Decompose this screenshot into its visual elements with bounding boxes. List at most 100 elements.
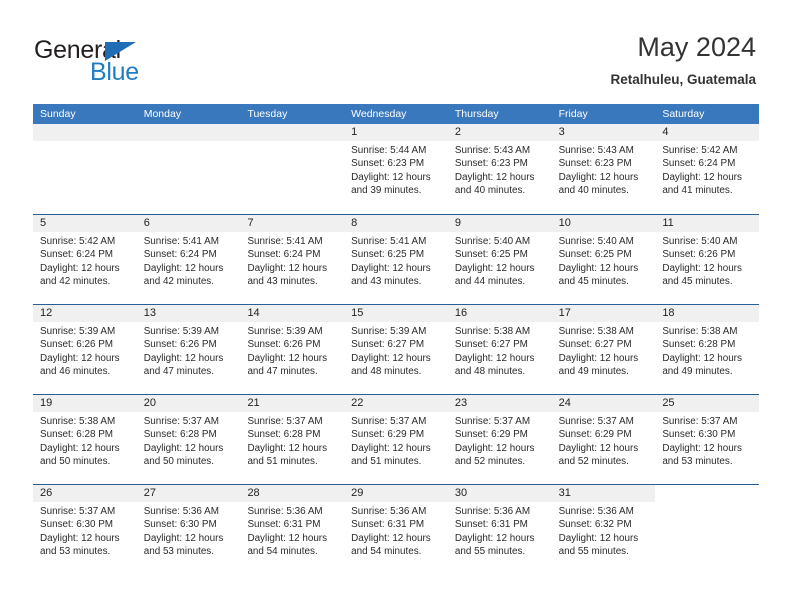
- day-cell[interactable]: 17 Sunrise: 5:38 AM Sunset: 6:27 PM Dayligh…: [551, 305, 656, 394]
- day-cell[interactable]: 10 Sunrise: 5:40 AM Sunset: 6:25 PM Dayligh…: [551, 215, 656, 304]
- day-cell-empty: [240, 124, 345, 214]
- general-blue-logo[interactable]: General Blue: [34, 36, 234, 90]
- day-cell[interactable]: 31 Sunrise: 5:36 AM Sunset: 6:32 PM Dayligh…: [551, 485, 656, 574]
- day-number: 4: [655, 124, 760, 141]
- daylight-text-line1: Daylight: 12 hours: [351, 442, 431, 454]
- day-cell[interactable]: 3 Sunrise: 5:43 AM Sunset: 6:23 PM Daylight…: [551, 124, 656, 214]
- day-details: Sunrise: 5:36 AM Sunset: 6:31 PM Daylight:…: [240, 502, 344, 558]
- day-cell[interactable]: 6 Sunrise: 5:41 AM Sunset: 6:24 PM Daylight…: [136, 215, 241, 304]
- sunset-text: Sunset: 6:29 PM: [351, 429, 425, 441]
- sunset-text: Sunset: 6:29 PM: [558, 429, 632, 441]
- daylight-text-line2: and 49 minutes.: [558, 365, 629, 377]
- daylight-text-line2: and 55 minutes.: [558, 545, 629, 557]
- day-details: Sunrise: 5:40 AM Sunset: 6:25 PM Daylight:…: [448, 232, 552, 288]
- day-number: [655, 485, 760, 502]
- daylight-text-line1: Daylight: 12 hours: [143, 262, 224, 274]
- daylight-text-line2: and 43 minutes.: [247, 275, 318, 287]
- daylight-text-line1: Daylight: 12 hours: [40, 532, 120, 544]
- weekday-header-sunday: Sunday: [40, 108, 76, 120]
- day-details: Sunrise: 5:41 AM Sunset: 6:25 PM Daylight:…: [344, 232, 448, 288]
- day-cell[interactable]: 14 Sunrise: 5:39 AM Sunset: 6:26 PM Dayligh…: [240, 305, 345, 394]
- sunset-text: Sunset: 6:24 PM: [40, 249, 114, 261]
- day-cell[interactable]: 15 Sunrise: 5:39 AM Sunset: 6:27 PM Dayligh…: [344, 305, 448, 394]
- daylight-text-line1: Daylight: 12 hours: [351, 352, 431, 364]
- day-cell[interactable]: 16 Sunrise: 5:38 AM Sunset: 6:27 PM Dayligh…: [447, 305, 552, 394]
- day-number: 2: [447, 124, 552, 141]
- day-cell[interactable]: 23 Sunrise: 5:37 AM Sunset: 6:29 PM Dayligh…: [447, 395, 552, 484]
- sunrise-text: Sunrise: 5:36 AM: [143, 506, 219, 517]
- sunset-text: Sunset: 6:31 PM: [247, 519, 321, 531]
- day-cell[interactable]: 9 Sunrise: 5:40 AM Sunset: 6:25 PM Daylight…: [447, 215, 552, 304]
- day-details: Sunrise: 5:38 AM Sunset: 6:27 PM Daylight:…: [552, 322, 656, 378]
- day-details: Sunrise: 5:42 AM Sunset: 6:24 PM Daylight:…: [33, 232, 137, 288]
- sunrise-text: Sunrise: 5:37 AM: [454, 416, 531, 427]
- weekday-header-wednesday: Wednesday: [351, 108, 407, 120]
- day-details: Sunrise: 5:36 AM Sunset: 6:32 PM Daylight:…: [552, 502, 656, 558]
- sunset-text: Sunset: 6:30 PM: [143, 519, 217, 531]
- day-details: Sunrise: 5:36 AM Sunset: 6:31 PM Daylight:…: [448, 502, 552, 558]
- day-cell[interactable]: 2 Sunrise: 5:43 AM Sunset: 6:23 PM Daylight…: [447, 124, 552, 214]
- sunset-text: Sunset: 6:23 PM: [351, 158, 425, 170]
- day-cell[interactable]: 8 Sunrise: 5:41 AM Sunset: 6:25 PM Daylight…: [344, 215, 448, 304]
- day-cell[interactable]: 11 Sunrise: 5:40 AM Sunset: 6:26 PM Dayligh…: [655, 215, 760, 304]
- day-cell-empty: [136, 124, 241, 214]
- day-cell[interactable]: 24 Sunrise: 5:37 AM Sunset: 6:29 PM Dayligh…: [551, 395, 656, 484]
- day-number: 5: [33, 215, 137, 232]
- day-cell[interactable]: 27 Sunrise: 5:36 AM Sunset: 6:30 PM Dayligh…: [136, 485, 241, 574]
- day-number: 17: [551, 305, 656, 322]
- day-cell[interactable]: 7 Sunrise: 5:41 AM Sunset: 6:24 PM Daylight…: [240, 215, 345, 304]
- day-cell[interactable]: 5 Sunrise: 5:42 AM Sunset: 6:24 PM Daylight…: [33, 215, 137, 304]
- day-details: Sunrise: 5:36 AM Sunset: 6:30 PM Daylight:…: [137, 502, 241, 558]
- day-cell[interactable]: 1 Sunrise: 5:44 AM Sunset: 6:23 PM Daylight…: [344, 124, 448, 214]
- day-cell[interactable]: 18 Sunrise: 5:38 AM Sunset: 6:28 PM Dayligh…: [655, 305, 760, 394]
- daylight-text-line2: and 55 minutes.: [454, 545, 526, 557]
- sunset-text: Sunset: 6:24 PM: [247, 249, 321, 261]
- daylight-text-line2: and 47 minutes.: [143, 365, 214, 377]
- sunrise-text: Sunrise: 5:40 AM: [558, 236, 634, 247]
- day-cell[interactable]: 21 Sunrise: 5:37 AM Sunset: 6:28 PM Dayligh…: [240, 395, 345, 484]
- weekday-header-thursday: Thursday: [454, 108, 499, 120]
- day-number: 26: [33, 485, 137, 502]
- sunset-text: Sunset: 6:31 PM: [454, 519, 528, 531]
- day-details: Sunrise: 5:42 AM Sunset: 6:24 PM Daylight:…: [655, 141, 759, 197]
- day-details: Sunrise: 5:39 AM Sunset: 6:26 PM Daylight:…: [33, 322, 137, 378]
- day-cell[interactable]: 30 Sunrise: 5:36 AM Sunset: 6:31 PM Dayligh…: [447, 485, 552, 574]
- sunrise-text: Sunrise: 5:41 AM: [351, 236, 427, 247]
- daylight-text-line1: Daylight: 12 hours: [558, 262, 639, 274]
- day-cell[interactable]: 29 Sunrise: 5:36 AM Sunset: 6:31 PM Dayligh…: [344, 485, 448, 574]
- day-number: 19: [33, 395, 137, 412]
- day-details: Sunrise: 5:37 AM Sunset: 6:29 PM Daylight:…: [344, 412, 448, 468]
- day-cell[interactable]: 12 Sunrise: 5:39 AM Sunset: 6:26 PM Dayligh…: [33, 305, 137, 394]
- sunset-text: Sunset: 6:26 PM: [662, 249, 736, 261]
- day-cell[interactable]: 26 Sunrise: 5:37 AM Sunset: 6:30 PM Dayligh…: [33, 485, 137, 574]
- day-details: Sunrise: 5:40 AM Sunset: 6:25 PM Daylight:…: [552, 232, 656, 288]
- day-cell[interactable]: 13 Sunrise: 5:39 AM Sunset: 6:26 PM Dayligh…: [136, 305, 241, 394]
- sunset-text: Sunset: 6:29 PM: [454, 429, 528, 441]
- day-cell[interactable]: 19 Sunrise: 5:38 AM Sunset: 6:28 PM Dayligh…: [33, 395, 137, 484]
- day-number: 28: [240, 485, 345, 502]
- day-cell[interactable]: 20 Sunrise: 5:37 AM Sunset: 6:28 PM Dayligh…: [136, 395, 241, 484]
- day-cell[interactable]: 28 Sunrise: 5:36 AM Sunset: 6:31 PM Dayligh…: [240, 485, 345, 574]
- day-number: [240, 124, 345, 141]
- day-cell[interactable]: 25 Sunrise: 5:37 AM Sunset: 6:30 PM Dayligh…: [655, 395, 760, 484]
- daylight-text-line2: and 40 minutes.: [454, 184, 526, 196]
- week-row: 1 Sunrise: 5:44 AM Sunset: 6:23 PM Daylight…: [33, 124, 760, 214]
- sunset-text: Sunset: 6:25 PM: [351, 249, 425, 261]
- title-block: May 2024 Retalhuleu, Guatemala: [610, 30, 756, 90]
- daylight-text-line1: Daylight: 12 hours: [662, 262, 742, 274]
- day-number: 30: [447, 485, 552, 502]
- day-cell-empty: [33, 124, 137, 214]
- sunrise-text: Sunrise: 5:37 AM: [247, 416, 323, 427]
- day-cell[interactable]: 22 Sunrise: 5:37 AM Sunset: 6:29 PM Dayligh…: [344, 395, 448, 484]
- daylight-text-line1: Daylight: 12 hours: [40, 352, 120, 364]
- day-details: Sunrise: 5:36 AM Sunset: 6:31 PM Daylight:…: [344, 502, 448, 558]
- day-cell[interactable]: 4 Sunrise: 5:42 AM Sunset: 6:24 PM Daylight…: [655, 124, 760, 214]
- daylight-text-line2: and 46 minutes.: [40, 365, 111, 377]
- sunset-text: Sunset: 6:26 PM: [247, 339, 321, 351]
- day-details: Sunrise: 5:39 AM Sunset: 6:26 PM Daylight:…: [137, 322, 241, 378]
- day-number: 20: [136, 395, 241, 412]
- sunrise-text: Sunrise: 5:40 AM: [662, 236, 738, 247]
- sunset-text: Sunset: 6:32 PM: [558, 519, 632, 531]
- sunrise-text: Sunrise: 5:38 AM: [454, 326, 531, 337]
- daylight-text-line2: and 52 minutes.: [454, 455, 526, 467]
